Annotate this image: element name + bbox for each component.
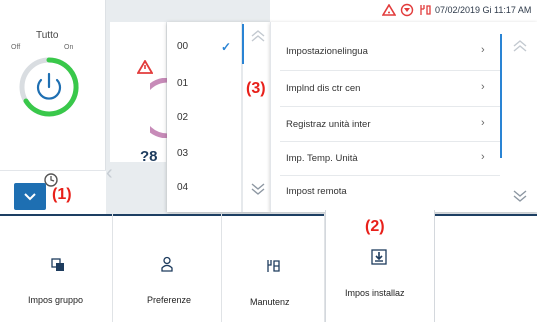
tab-label: Impos gruppo xyxy=(28,295,84,305)
selected-check-icon: ✓ xyxy=(221,40,232,54)
power-off-label: Off xyxy=(11,44,21,51)
chevron-down-icon xyxy=(24,193,36,201)
callout-3: (3) xyxy=(246,80,266,97)
settings-item-temp-unit[interactable]: Imp. Temp. Unità xyxy=(286,153,358,164)
power-title: Tutto xyxy=(36,30,59,41)
picker-option[interactable]: 02 xyxy=(177,112,188,123)
scroll-down-icon[interactable] xyxy=(512,190,528,202)
datetime: 07/02/2019 Gi 11:17 AM xyxy=(435,5,532,15)
shield-filter-icon xyxy=(400,3,414,17)
status-icons xyxy=(382,3,432,17)
chevron-right-icon: › xyxy=(481,81,485,93)
tab-label: Manutenz xyxy=(250,297,290,307)
tab-label: Impos installaz xyxy=(345,288,405,298)
picker-option[interactable]: 04 xyxy=(177,182,188,193)
picker-option[interactable]: 01 xyxy=(177,78,188,89)
divider xyxy=(280,141,500,142)
warning-triangle-icon xyxy=(137,60,153,74)
tab-label: Preferenze xyxy=(147,295,192,305)
installation-settings-icon xyxy=(371,249,387,265)
divider xyxy=(280,175,500,176)
chevron-left-icon[interactable]: ‹ xyxy=(106,162,113,185)
picker-scrollbar[interactable] xyxy=(242,24,244,64)
background-gauge xyxy=(150,78,168,138)
settings-item-central-control[interactable]: Implnd dis ctr cen xyxy=(286,83,360,94)
settings-item-remote[interactable]: Impost remota xyxy=(286,186,347,197)
chevron-right-icon: › xyxy=(481,44,485,56)
preferences-icon xyxy=(161,256,173,272)
chevron-right-icon: › xyxy=(481,117,485,129)
scroll-down-icon[interactable] xyxy=(250,183,266,195)
power-icon xyxy=(36,72,62,100)
callout-2: (2) xyxy=(365,218,385,235)
settings-item-language[interactable]: Impostazionelingua xyxy=(286,46,368,57)
picker-option[interactable]: 00 xyxy=(177,41,188,52)
picker-option[interactable]: 03 xyxy=(177,148,188,159)
power-on-label: On xyxy=(64,44,74,51)
divider xyxy=(280,70,500,71)
scroll-up-icon[interactable] xyxy=(512,40,528,52)
divider xyxy=(280,106,500,107)
settings-item-indoor-registration[interactable]: Registraz unità inter xyxy=(286,119,370,130)
power-toggle[interactable] xyxy=(17,55,81,119)
group-settings-icon xyxy=(51,258,64,271)
chevron-right-icon: › xyxy=(481,151,485,163)
callout-1: (1) xyxy=(52,186,72,203)
help-icon[interactable]: ?8 xyxy=(140,148,158,165)
scroll-up-icon[interactable] xyxy=(250,30,266,42)
maintenance-icon xyxy=(267,260,280,272)
service-tools-icon xyxy=(420,5,431,15)
settings-scrollbar[interactable] xyxy=(500,34,502,158)
status-bar: 07/02/2019 Gi 11:17 AM xyxy=(270,0,537,22)
collapse-button[interactable] xyxy=(14,183,46,210)
warning-triangle-icon xyxy=(382,4,396,16)
